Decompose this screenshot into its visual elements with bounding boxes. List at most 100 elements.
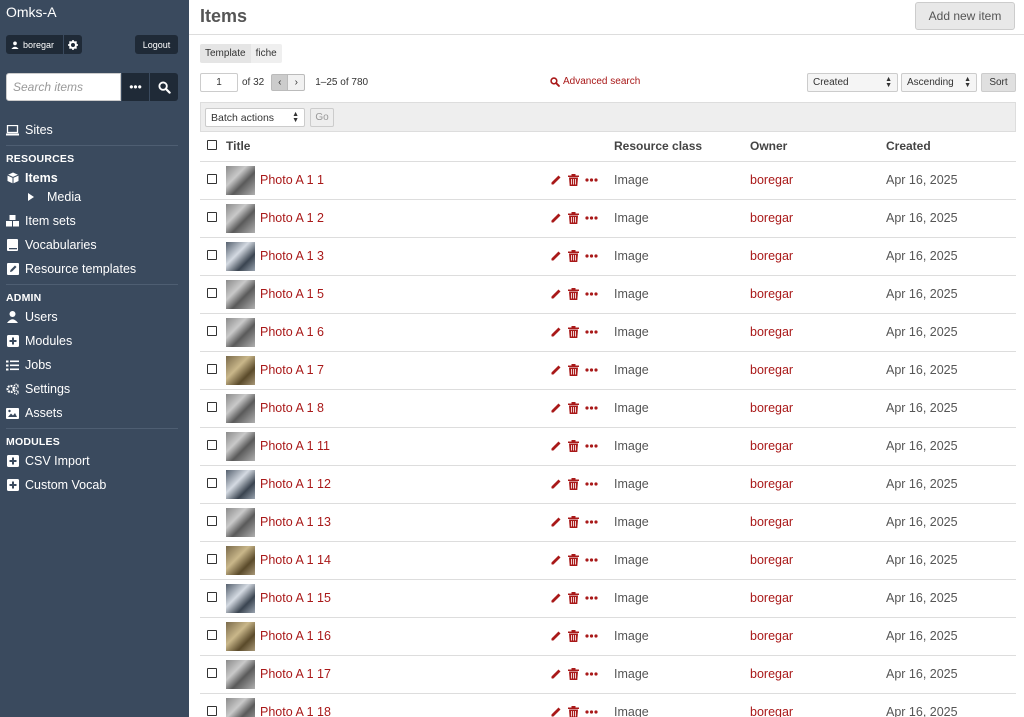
item-title-link[interactable]: Photo A 1 3 bbox=[260, 249, 324, 263]
item-thumbnail[interactable] bbox=[226, 279, 255, 309]
item-thumbnail[interactable] bbox=[226, 697, 255, 717]
owner-link[interactable]: boregar bbox=[750, 249, 793, 263]
item-thumbnail[interactable] bbox=[226, 659, 255, 689]
pencil-icon[interactable] bbox=[550, 706, 562, 717]
sidebar-item-custom-vocab[interactable]: Custom Vocab bbox=[6, 476, 106, 494]
sidebar-item-users[interactable]: Users bbox=[6, 308, 58, 326]
row-checkbox[interactable] bbox=[207, 402, 217, 412]
item-thumbnail[interactable] bbox=[226, 317, 255, 347]
row-checkbox[interactable] bbox=[207, 212, 217, 222]
item-title-link[interactable]: Photo A 1 2 bbox=[260, 211, 324, 225]
row-checkbox[interactable] bbox=[207, 250, 217, 260]
trash-icon[interactable] bbox=[568, 250, 579, 262]
pencil-icon[interactable] bbox=[550, 364, 562, 376]
sidebar-item-item-sets[interactable]: Item sets bbox=[6, 212, 76, 230]
trash-icon[interactable] bbox=[568, 440, 579, 452]
trash-icon[interactable] bbox=[568, 288, 579, 300]
more-options-icon[interactable] bbox=[585, 178, 598, 182]
row-checkbox[interactable] bbox=[207, 516, 217, 526]
more-options-icon[interactable] bbox=[585, 254, 598, 258]
pencil-icon[interactable] bbox=[550, 212, 562, 224]
owner-link[interactable]: boregar bbox=[750, 477, 793, 491]
owner-link[interactable]: boregar bbox=[750, 211, 793, 225]
sidebar-item-vocabularies[interactable]: Vocabularies bbox=[6, 236, 97, 254]
previous-page-button[interactable]: ‹ bbox=[271, 74, 289, 91]
trash-icon[interactable] bbox=[568, 554, 579, 566]
item-thumbnail[interactable] bbox=[226, 431, 255, 461]
item-title-link[interactable]: Photo A 1 8 bbox=[260, 401, 324, 415]
trash-icon[interactable] bbox=[568, 326, 579, 338]
more-options-icon[interactable] bbox=[585, 482, 598, 486]
sidebar-item-media[interactable]: Media bbox=[24, 188, 81, 206]
sort-button[interactable]: Sort bbox=[981, 73, 1016, 92]
row-checkbox[interactable] bbox=[207, 668, 217, 678]
trash-icon[interactable] bbox=[568, 402, 579, 414]
item-thumbnail[interactable] bbox=[226, 393, 255, 423]
row-checkbox[interactable] bbox=[207, 478, 217, 488]
pencil-icon[interactable] bbox=[550, 592, 562, 604]
row-checkbox[interactable] bbox=[207, 174, 217, 184]
sidebar-item-resource-templates[interactable]: Resource templates bbox=[6, 260, 136, 278]
pencil-icon[interactable] bbox=[550, 478, 562, 490]
owner-link[interactable]: boregar bbox=[750, 515, 793, 529]
batch-go-button[interactable]: Go bbox=[310, 108, 334, 127]
pencil-icon[interactable] bbox=[550, 326, 562, 338]
trash-icon[interactable] bbox=[568, 478, 579, 490]
advanced-search-link[interactable]: Advanced search bbox=[550, 76, 640, 87]
owner-link[interactable]: boregar bbox=[750, 401, 793, 415]
pencil-icon[interactable] bbox=[550, 554, 562, 566]
row-checkbox[interactable] bbox=[207, 554, 217, 564]
trash-icon[interactable] bbox=[568, 592, 579, 604]
item-thumbnail[interactable] bbox=[226, 545, 255, 575]
item-thumbnail[interactable] bbox=[226, 583, 255, 613]
item-title-link[interactable]: Photo A 1 12 bbox=[260, 477, 331, 491]
next-page-button[interactable]: › bbox=[288, 74, 306, 91]
trash-icon[interactable] bbox=[568, 212, 579, 224]
trash-icon[interactable] bbox=[568, 364, 579, 376]
item-title-link[interactable]: Photo A 1 11 bbox=[260, 439, 330, 453]
sidebar-item-items[interactable]: Items bbox=[6, 169, 58, 187]
more-options-icon[interactable] bbox=[585, 330, 598, 334]
owner-link[interactable]: boregar bbox=[750, 287, 793, 301]
pencil-icon[interactable] bbox=[550, 174, 562, 186]
owner-link[interactable]: boregar bbox=[750, 363, 793, 377]
owner-link[interactable]: boregar bbox=[750, 173, 793, 187]
owner-link[interactable]: boregar bbox=[750, 629, 793, 643]
row-checkbox[interactable] bbox=[207, 440, 217, 450]
owner-link[interactable]: boregar bbox=[750, 553, 793, 567]
search-button[interactable] bbox=[149, 73, 178, 101]
owner-link[interactable]: boregar bbox=[750, 667, 793, 681]
pencil-icon[interactable] bbox=[550, 516, 562, 528]
sidebar-item-sites[interactable]: Sites bbox=[6, 121, 53, 139]
filter-tag[interactable]: Template fiche bbox=[200, 44, 282, 63]
item-title-link[interactable]: Photo A 1 14 bbox=[260, 553, 331, 567]
row-checkbox[interactable] bbox=[207, 706, 217, 716]
row-checkbox[interactable] bbox=[207, 326, 217, 336]
owner-link[interactable]: boregar bbox=[750, 591, 793, 605]
sort-by-select[interactable]: Created ▲ ▼ bbox=[807, 73, 898, 92]
pencil-icon[interactable] bbox=[550, 630, 562, 642]
user-button[interactable]: boregar bbox=[6, 35, 63, 54]
more-options-icon[interactable] bbox=[585, 216, 598, 220]
sidebar-item-csv-import[interactable]: CSV Import bbox=[6, 452, 90, 470]
more-options-icon[interactable] bbox=[585, 520, 598, 524]
item-thumbnail[interactable] bbox=[226, 507, 255, 537]
batch-actions-select[interactable]: Batch actions ▲ ▼ bbox=[205, 108, 305, 127]
pencil-icon[interactable] bbox=[550, 402, 562, 414]
sidebar-item-jobs[interactable]: Jobs bbox=[6, 356, 51, 374]
owner-link[interactable]: boregar bbox=[750, 325, 793, 339]
item-thumbnail[interactable] bbox=[226, 355, 255, 385]
add-new-item-button[interactable]: Add new item bbox=[915, 2, 1015, 30]
pencil-icon[interactable] bbox=[550, 288, 562, 300]
page-number-input[interactable] bbox=[200, 73, 238, 92]
item-thumbnail[interactable] bbox=[226, 165, 255, 195]
more-options-icon[interactable] bbox=[585, 710, 598, 714]
owner-link[interactable]: boregar bbox=[750, 439, 793, 453]
more-options-icon[interactable] bbox=[585, 368, 598, 372]
pencil-icon[interactable] bbox=[550, 440, 562, 452]
logout-button[interactable]: Logout bbox=[135, 35, 178, 54]
trash-icon[interactable] bbox=[568, 668, 579, 680]
item-title-link[interactable]: Photo A 1 6 bbox=[260, 325, 324, 339]
more-options-icon[interactable] bbox=[585, 634, 598, 638]
site-title[interactable]: Omks-A bbox=[6, 4, 57, 20]
